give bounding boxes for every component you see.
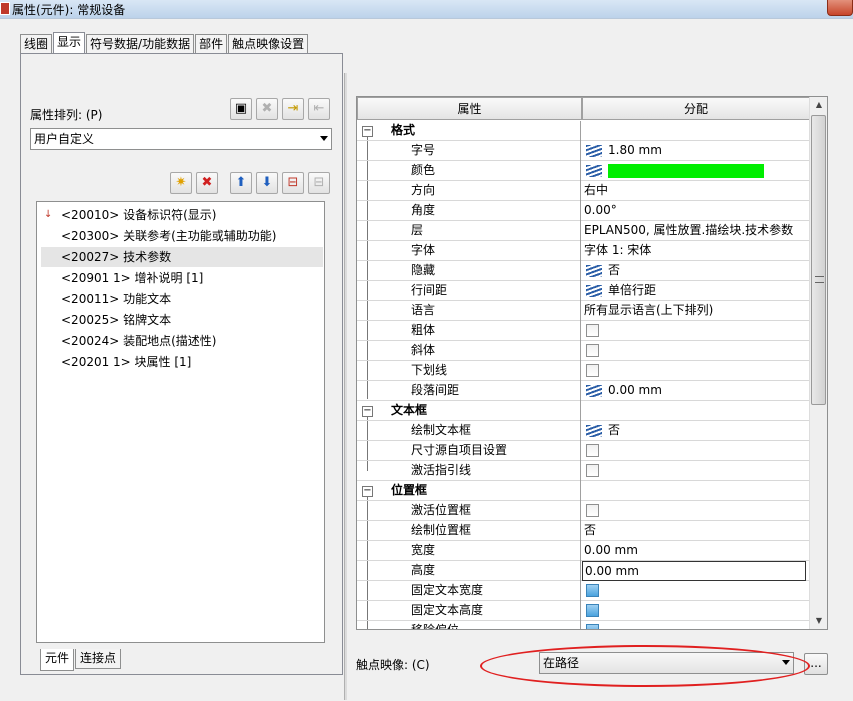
property-grid: 属性 分配 − 格式 字号 1.80 mm 颜色 方向 右中 角度 0.00° … <box>356 96 828 630</box>
list-item[interactable]: <20300> 关联参考(主功能或辅助功能) <box>41 226 323 246</box>
prop-row-activate-leader[interactable]: 激活指引线 <box>357 461 810 481</box>
prop-row-font-size[interactable]: 字号 1.80 mm <box>357 141 810 161</box>
fix-width-checkbox[interactable] <box>586 584 599 597</box>
color-swatch[interactable] <box>608 163 764 178</box>
prop-row-font[interactable]: 字体 字体 1: 宋体 <box>357 241 810 261</box>
group-row-textbox[interactable]: − 文本框 <box>357 401 810 421</box>
title-bar: 属性(元件): 常规设备 <box>0 0 853 18</box>
prop-row-draw-textbox[interactable]: 绘制文本框 否 <box>357 421 810 441</box>
new-icon[interactable]: ✷ <box>170 172 192 194</box>
import-icon[interactable]: ⇥ <box>282 98 304 120</box>
layers-icon <box>586 284 602 297</box>
prop-row-underline[interactable]: 下划线 <box>357 361 810 381</box>
annotation-ellipse <box>480 645 810 687</box>
prop-row-draw-posbox[interactable]: 绘制位置框 否 <box>357 521 810 541</box>
prop-row-paragraph-spacing[interactable]: 段落间距 0.00 mm <box>357 381 810 401</box>
grid-scrollbar[interactable]: ▲ ▼ <box>809 97 827 629</box>
align-icon[interactable]: ⊟ <box>282 172 304 194</box>
list-item[interactable]: <20901 1> 增补说明 [1] <box>41 268 323 288</box>
collapse-icon[interactable]: − <box>362 406 373 417</box>
scroll-down-icon[interactable]: ▼ <box>813 615 825 627</box>
list-item[interactable]: <20011> 功能文本 <box>41 289 323 309</box>
pane-splitter[interactable] <box>344 73 347 700</box>
list-item[interactable]: <20025> 铭牌文本 <box>41 310 323 330</box>
tab-coil[interactable]: 线圈 <box>20 34 53 54</box>
scroll-up-icon[interactable]: ▲ <box>813 99 825 111</box>
layers-icon <box>586 264 602 277</box>
prop-row-fix-width[interactable]: 固定文本宽度 <box>357 581 810 601</box>
prop-row-height[interactable]: 高度 0.00 mm <box>357 561 810 581</box>
export-icon[interactable]: ⇤ <box>308 98 330 120</box>
activate-leader-checkbox[interactable] <box>586 464 599 477</box>
prop-row-fix-height[interactable]: 固定文本高度 <box>357 601 810 621</box>
collapse-icon[interactable]: − <box>362 486 373 497</box>
prop-row-bold[interactable]: 粗体 <box>357 321 810 341</box>
prop-row-color[interactable]: 颜色 <box>357 161 810 181</box>
chevron-down-icon <box>320 136 328 141</box>
app-icon <box>0 2 10 15</box>
layers-icon <box>586 164 602 177</box>
sort-scheme-select[interactable]: 用户自定义 <box>30 128 332 150</box>
layers-icon <box>586 424 602 437</box>
list-item[interactable]: <20024> 装配地点(描述性) <box>41 331 323 351</box>
column-header-property[interactable]: 属性 <box>357 97 582 120</box>
collapse-icon[interactable]: − <box>362 126 373 137</box>
remove-offset-checkbox[interactable] <box>586 624 599 629</box>
prop-row-layer[interactable]: 层 EPLAN500, 属性放置.描绘块.技术参数 <box>357 221 810 241</box>
prop-row-activate-posbox[interactable]: 激活位置框 <box>357 501 810 521</box>
property-list: ↓ <20010> 设备标识符(显示) <20300> 关联参考(主功能或辅助功… <box>36 201 325 643</box>
prop-row-hidden[interactable]: 隐藏 否 <box>357 261 810 281</box>
activate-posbox-checkbox[interactable] <box>586 504 599 517</box>
prop-row-direction[interactable]: 方向 右中 <box>357 181 810 201</box>
prop-row-italic[interactable]: 斜体 <box>357 341 810 361</box>
list-item[interactable]: <20201 1> 块属性 [1] <box>41 352 323 372</box>
layers-icon <box>586 144 602 157</box>
fix-height-checkbox[interactable] <box>586 604 599 617</box>
grip-icon <box>815 276 824 283</box>
tab-display[interactable]: 显示 <box>53 32 86 54</box>
layers-icon <box>586 384 602 397</box>
tab-connection-points[interactable]: 连接点 <box>75 649 122 669</box>
size-from-project-checkbox[interactable] <box>586 444 599 457</box>
close-button[interactable] <box>827 0 853 16</box>
save-icon[interactable]: ▣ <box>230 98 252 120</box>
tab-strip: 线圈 显示 符号数据/功能数据 部件 触点映像设置 <box>20 32 309 54</box>
sort-scheme-value: 用户自定义 <box>34 132 95 146</box>
tab-component[interactable]: 元件 <box>40 649 75 671</box>
window-title: 属性(元件): 常规设备 <box>12 3 126 17</box>
delete-scheme-icon[interactable]: ✖ <box>256 98 278 120</box>
sort-arrow-icon: ↓ <box>44 209 53 220</box>
move-up-icon[interactable]: ⬆ <box>230 172 252 194</box>
list-item[interactable]: <20027> 技术参数 <box>41 247 323 267</box>
delete-icon[interactable]: ✖ <box>196 172 218 194</box>
list-item[interactable]: ↓ <20010> 设备标识符(显示) <box>41 205 323 225</box>
tab-symbol-function-data[interactable]: 符号数据/功能数据 <box>86 34 195 54</box>
sort-label: 属性排列: (P) <box>30 108 103 122</box>
prop-row-line-spacing[interactable]: 行间距 单倍行距 <box>357 281 810 301</box>
scroll-thumb[interactable] <box>811 115 826 405</box>
bottom-tab-strip: 元件 连接点 <box>40 649 122 671</box>
prop-row-angle[interactable]: 角度 0.00° <box>357 201 810 221</box>
split-icon[interactable]: ⊟ <box>308 172 330 194</box>
column-header-assignment[interactable]: 分配 <box>582 97 810 120</box>
italic-checkbox[interactable] <box>586 344 599 357</box>
prop-row-language[interactable]: 语言 所有显示语言(上下排列) <box>357 301 810 321</box>
prop-row-remove-offset[interactable]: 移除偏位 <box>357 621 810 629</box>
group-row-format[interactable]: − 格式 <box>357 121 810 141</box>
tab-contact-image-settings[interactable]: 触点映像设置 <box>228 34 309 54</box>
tab-parts[interactable]: 部件 <box>195 34 228 54</box>
bold-checkbox[interactable] <box>586 324 599 337</box>
contact-image-label: 触点映像: (C) <box>356 658 430 672</box>
grid-header: 属性 分配 <box>357 97 810 120</box>
group-row-position-box[interactable]: − 位置框 <box>357 481 810 501</box>
move-down-icon[interactable]: ⬇ <box>256 172 278 194</box>
prop-row-width[interactable]: 宽度 0.00 mm <box>357 541 810 561</box>
prop-row-size-from-project[interactable]: 尺寸源自项目设置 <box>357 441 810 461</box>
underline-checkbox[interactable] <box>586 364 599 377</box>
